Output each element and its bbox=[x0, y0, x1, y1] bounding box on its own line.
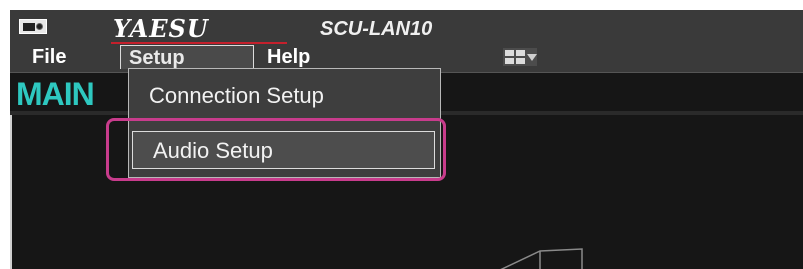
menu-item-connection-setup[interactable]: Connection Setup bbox=[129, 77, 440, 115]
menu-setup[interactable]: Setup bbox=[120, 45, 254, 69]
model-name: SCU-LAN10 bbox=[320, 18, 433, 40]
radio-screen bbox=[23, 23, 35, 31]
radio-icon bbox=[19, 19, 47, 34]
menu-file[interactable]: File bbox=[24, 45, 74, 69]
callout-highlight bbox=[106, 118, 446, 181]
brand-logo: YAESU bbox=[113, 14, 209, 43]
title-bar: YAESU SCU-LAN10 bbox=[10, 10, 803, 45]
layout-grid-icon bbox=[505, 50, 525, 64]
radio-knob bbox=[36, 23, 43, 30]
menu-bar: File Setup Help bbox=[10, 44, 803, 70]
layout-button[interactable] bbox=[503, 48, 537, 66]
menu-help[interactable]: Help bbox=[259, 45, 318, 69]
chevron-down-icon bbox=[527, 54, 537, 61]
